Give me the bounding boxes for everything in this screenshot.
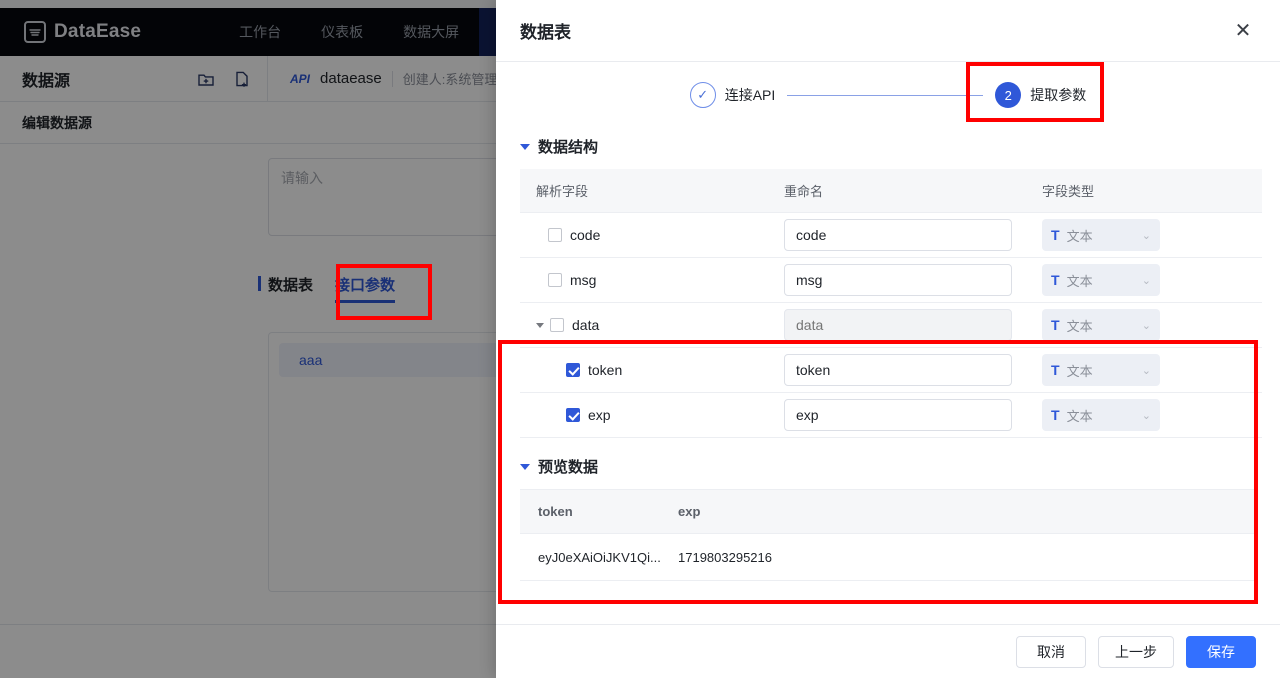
field-type-select[interactable]: T 文本 ⌄ xyxy=(1042,399,1160,431)
table-row: msg T 文本 ⌄ xyxy=(520,258,1262,303)
screen: DataEase 工作台 仪表板 数据大屏 数据准备 数据源 xyxy=(0,0,1280,678)
chevron-down-icon: ⌄ xyxy=(1142,364,1151,377)
field-name: msg xyxy=(570,272,596,288)
rename-input xyxy=(784,309,1012,341)
step-connect-api-label: 连接API xyxy=(725,85,776,105)
structure-table: 解析字段 重命名 字段类型 code xyxy=(520,169,1262,438)
chevron-down-icon: ⌄ xyxy=(1142,274,1151,287)
data-table-dialog: 数据表 ✕ ✓ 连接API 2 提取参数 数据结构 xyxy=(496,0,1280,678)
column-header-type: 字段类型 xyxy=(1026,169,1262,213)
save-button[interactable]: 保存 xyxy=(1186,636,1256,668)
step-indicator: ✓ 连接API 2 提取参数 xyxy=(496,62,1280,128)
preview-column-exp: exp xyxy=(660,490,860,534)
dialog-title: 数据表 xyxy=(520,18,571,43)
field-cell: data xyxy=(536,317,768,333)
field-name: token xyxy=(588,362,622,378)
text-type-icon: T xyxy=(1051,227,1060,243)
expand-caret-icon[interactable] xyxy=(536,323,544,328)
text-type-icon: T xyxy=(1051,272,1060,288)
chevron-down-icon[interactable] xyxy=(520,464,530,470)
field-name: data xyxy=(572,317,599,333)
preview-column-spacer xyxy=(860,490,1256,534)
rename-input[interactable] xyxy=(784,399,1012,431)
table-row: eyJ0eXAiOiJKV1Qi... 1719803295216 xyxy=(520,534,1256,581)
step-connect-api[interactable]: ✓ 连接API xyxy=(690,82,776,108)
previous-step-button[interactable]: 上一步 xyxy=(1098,636,1174,668)
dialog-footer: 取消 上一步 保存 xyxy=(496,624,1280,678)
field-type-label: 文本 xyxy=(1067,361,1093,380)
chevron-down-icon[interactable] xyxy=(520,144,530,150)
column-header-field: 解析字段 xyxy=(520,169,768,213)
row-checkbox[interactable] xyxy=(550,318,564,332)
field-type-label: 文本 xyxy=(1067,226,1093,245)
field-cell: token xyxy=(536,362,768,378)
step-number: 2 xyxy=(995,82,1021,108)
dialog-header: 数据表 ✕ xyxy=(496,0,1280,62)
section-title-preview: 预览数据 xyxy=(538,456,598,477)
preview-cell-exp: 1719803295216 xyxy=(660,534,860,581)
preview-cell-spacer xyxy=(860,534,1256,581)
field-type-label: 文本 xyxy=(1067,271,1093,290)
check-icon: ✓ xyxy=(690,82,716,108)
table-row: token T 文本 ⌄ xyxy=(520,348,1262,393)
section-header-structure[interactable]: 数据结构 xyxy=(520,136,1256,157)
field-type-label: 文本 xyxy=(1067,406,1093,425)
step-connector xyxy=(787,95,983,96)
field-name: code xyxy=(570,227,600,243)
rename-input[interactable] xyxy=(784,219,1012,251)
field-type-select[interactable]: T 文本 ⌄ xyxy=(1042,264,1160,296)
table-row: exp T 文本 ⌄ xyxy=(520,393,1262,438)
cancel-button[interactable]: 取消 xyxy=(1016,636,1086,668)
chevron-down-icon: ⌄ xyxy=(1142,409,1151,422)
table-row: code T 文本 ⌄ xyxy=(520,213,1262,258)
field-type-select[interactable]: T 文本 ⌄ xyxy=(1042,354,1160,386)
field-cell: code xyxy=(536,227,768,243)
text-type-icon: T xyxy=(1051,317,1060,333)
row-checkbox[interactable] xyxy=(566,363,580,377)
structure-table-header-row: 解析字段 重命名 字段类型 xyxy=(520,169,1262,213)
preview-header-row: token exp xyxy=(520,490,1256,534)
row-checkbox[interactable] xyxy=(566,408,580,422)
field-cell: msg xyxy=(536,272,768,288)
text-type-icon: T xyxy=(1051,407,1060,423)
preview-cell-token: eyJ0eXAiOiJKV1Qi... xyxy=(520,534,660,581)
field-type-label: 文本 xyxy=(1067,316,1093,335)
field-type-select[interactable]: T 文本 ⌄ xyxy=(1042,309,1160,341)
preview-column-token: token xyxy=(520,490,660,534)
field-type-select[interactable]: T 文本 ⌄ xyxy=(1042,219,1160,251)
rename-input[interactable] xyxy=(784,354,1012,386)
row-checkbox[interactable] xyxy=(548,228,562,242)
step-extract-params-label: 提取参数 xyxy=(1030,85,1086,105)
row-checkbox[interactable] xyxy=(548,273,562,287)
dialog-body: 数据结构 解析字段 重命名 字段类型 xyxy=(496,128,1280,624)
text-type-icon: T xyxy=(1051,362,1060,378)
section-header-preview[interactable]: 预览数据 xyxy=(520,456,1256,477)
chevron-down-icon: ⌄ xyxy=(1142,319,1151,332)
chevron-down-icon: ⌄ xyxy=(1142,229,1151,242)
step-extract-params[interactable]: 2 提取参数 xyxy=(995,82,1086,108)
field-name: exp xyxy=(588,407,611,423)
column-header-rename: 重命名 xyxy=(768,169,1026,213)
table-row: data T 文本 ⌄ xyxy=(520,303,1262,348)
section-title-structure: 数据结构 xyxy=(538,136,598,157)
close-icon[interactable]: ✕ xyxy=(1230,18,1256,44)
preview-table: token exp eyJ0eXAiOiJKV1Qi... 1719803295… xyxy=(520,489,1256,581)
field-cell: exp xyxy=(536,407,768,423)
rename-input[interactable] xyxy=(784,264,1012,296)
